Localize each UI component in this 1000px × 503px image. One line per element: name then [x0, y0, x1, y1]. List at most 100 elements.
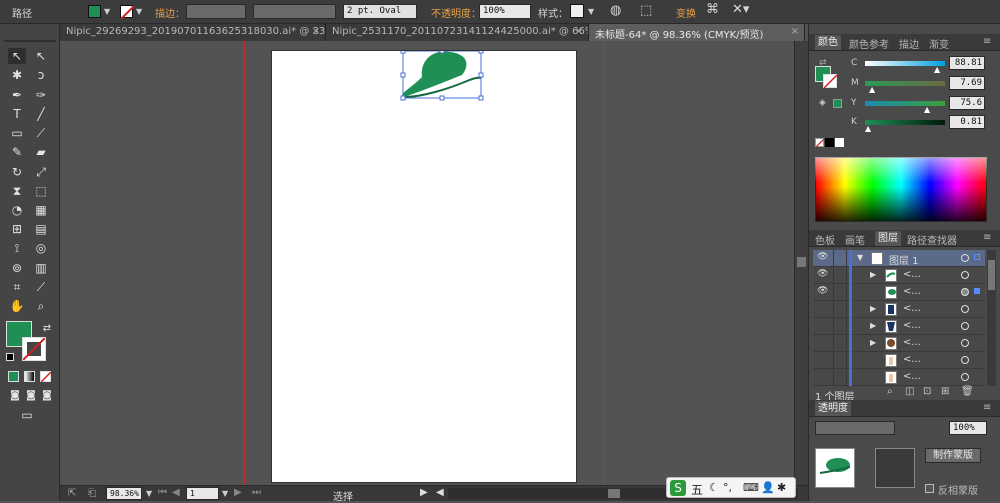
- gradient-tool-icon[interactable]: ▤: [32, 221, 50, 237]
- gamut-swatch[interactable]: [833, 99, 842, 108]
- selection-indicator[interactable]: [974, 254, 980, 260]
- white-chip[interactable]: [835, 138, 844, 147]
- tab-document-3[interactable]: 未标题-64* @ 98.36% (CMYK/预览) ×: [589, 24, 805, 41]
- layer-name[interactable]: <...: [903, 286, 921, 297]
- layer-name[interactable]: <...: [903, 371, 921, 382]
- prev-artboard-icon[interactable]: ◀: [172, 487, 180, 498]
- layers-scroll-thumb[interactable]: [988, 260, 995, 290]
- tab-document-2[interactable]: Nipic_2531170_20110723141124425000.ai* @…: [326, 24, 589, 41]
- tab-color[interactable]: 颜色: [815, 35, 841, 50]
- stroke-color-box[interactable]: [22, 337, 46, 361]
- chevron-down-icon[interactable]: ▼: [136, 7, 142, 16]
- scale-tool-icon[interactable]: ⤢: [32, 164, 50, 180]
- rotate-tool-icon[interactable]: ↻: [8, 164, 26, 180]
- mesh-tool-icon[interactable]: ⊞: [8, 221, 26, 237]
- color-mode-icon[interactable]: [8, 371, 19, 382]
- eye-icon[interactable]: 👁: [817, 269, 829, 281]
- lock-toggle[interactable]: [833, 301, 847, 317]
- target-icon[interactable]: [961, 322, 969, 330]
- zoom-field[interactable]: 98.36%: [106, 487, 142, 500]
- expand-icon[interactable]: ▶: [870, 270, 876, 279]
- expand-icon[interactable]: ▶: [870, 338, 876, 347]
- tab-transparency[interactable]: 透明度: [815, 401, 851, 416]
- vertical-scrollbar[interactable]: [794, 41, 808, 485]
- canvas-area[interactable]: [60, 41, 794, 485]
- line-tool-icon[interactable]: ╱: [32, 106, 50, 122]
- chevron-down-icon[interactable]: ▼: [588, 7, 594, 16]
- expand-icon[interactable]: ▼: [857, 253, 863, 262]
- artboard-field[interactable]: 1: [186, 487, 219, 500]
- blend-tool-icon[interactable]: ◎: [32, 240, 50, 256]
- symbol-sprayer-icon[interactable]: ⊚: [8, 260, 26, 276]
- dot-icon[interactable]: °,: [723, 481, 732, 494]
- lock-toggle[interactable]: [833, 335, 847, 351]
- keyboard-icon[interactable]: ⌨: [743, 481, 759, 494]
- swap-colors-icon[interactable]: ⇄: [38, 321, 56, 337]
- fill-swatch[interactable]: [88, 5, 101, 18]
- slice-tool-icon[interactable]: ⟋: [32, 279, 50, 295]
- tab-color-guide[interactable]: 颜色参考: [849, 36, 889, 51]
- close-icon[interactable]: ×: [575, 26, 583, 37]
- gradient-mode-icon[interactable]: [24, 371, 35, 382]
- lasso-icon[interactable]: ↄ: [32, 67, 50, 83]
- slider-thumb-icon[interactable]: ▲: [934, 65, 940, 74]
- type-tool-icon[interactable]: T: [8, 106, 26, 122]
- lock-toggle[interactable]: [833, 318, 847, 334]
- delete-layer-icon[interactable]: 🗑: [961, 386, 974, 397]
- make-mask-button[interactable]: 制作蒙版: [925, 448, 981, 463]
- slider-c[interactable]: [865, 61, 945, 66]
- expand-icon[interactable]: ▶: [870, 321, 876, 330]
- chevron-down-icon[interactable]: ▼: [104, 7, 110, 16]
- eye-icon[interactable]: 👁: [817, 286, 829, 298]
- slider-y[interactable]: [865, 101, 945, 106]
- expand-icon[interactable]: ▶: [870, 304, 876, 313]
- curvature-tool-icon[interactable]: ✑: [32, 87, 50, 103]
- layer-name[interactable]: <...: [903, 269, 921, 280]
- layer-name[interactable]: <...: [903, 337, 921, 348]
- artboard[interactable]: [271, 50, 577, 483]
- none-color-chip[interactable]: [815, 138, 825, 148]
- tab-document-1[interactable]: Nipic_29269293_20190701163625318030.ai* …: [60, 24, 326, 41]
- none-mode-icon[interactable]: [40, 371, 52, 383]
- style-swatch[interactable]: [570, 4, 584, 18]
- layer-row-3[interactable]: 👁 <...: [813, 284, 985, 301]
- isolate-icon[interactable]: ⌘: [706, 2, 719, 17]
- layer-row-2[interactable]: 👁 ▶ <...: [813, 267, 985, 284]
- eraser-tool-icon[interactable]: ▰: [32, 144, 50, 160]
- h-scroll-thumb[interactable]: [608, 489, 620, 498]
- artboard-tool-icon[interactable]: ⌗: [8, 279, 26, 295]
- pen-tool-icon[interactable]: ✒: [8, 87, 26, 103]
- layers-scrollbar[interactable]: [987, 250, 996, 386]
- target-icon[interactable]: [961, 305, 969, 313]
- settings-icon[interactable]: ✱: [777, 481, 786, 494]
- panel-menu-icon[interactable]: ≡: [983, 232, 991, 243]
- opacity-field[interactable]: 100%: [479, 4, 531, 19]
- slider-m[interactable]: [865, 81, 945, 86]
- value-c[interactable]: 88.81: [949, 56, 985, 70]
- value-y[interactable]: 75.6: [949, 96, 985, 110]
- free-transform-icon[interactable]: ⬚: [32, 183, 50, 199]
- scroll-thumb[interactable]: [797, 257, 806, 267]
- width-tool-icon[interactable]: ⧗: [8, 183, 26, 199]
- leaf-artwork[interactable]: [272, 51, 578, 484]
- shape-builder-icon[interactable]: ◔: [8, 202, 26, 218]
- layer-name[interactable]: <...: [903, 303, 921, 314]
- default-colors-icon[interactable]: [6, 353, 14, 361]
- tab-brushes[interactable]: 画笔: [845, 232, 865, 247]
- layer-name[interactable]: <...: [903, 354, 921, 365]
- invert-mask-checkbox[interactable]: [925, 484, 934, 493]
- layer-row-1[interactable]: 👁 ▼ 图层 1: [813, 250, 985, 267]
- slider-k[interactable]: [865, 120, 945, 125]
- stroke-label[interactable]: 描边：: [155, 5, 185, 20]
- panel-stroke-swatch[interactable]: [823, 74, 838, 89]
- target-icon[interactable]: [961, 288, 969, 296]
- magic-wand-icon[interactable]: ✱: [8, 67, 26, 83]
- zoom-tool-icon[interactable]: ⌕: [32, 298, 50, 314]
- mask-thumbnail[interactable]: [875, 448, 915, 488]
- transparency-opacity-field[interactable]: 100%: [949, 421, 987, 435]
- target-icon[interactable]: [961, 254, 969, 262]
- ime-logo-icon[interactable]: S: [670, 480, 686, 496]
- selection-tool-icon[interactable]: ↖: [8, 48, 26, 64]
- layer-name[interactable]: 图层 1: [889, 252, 919, 267]
- selection-indicator[interactable]: [974, 288, 980, 294]
